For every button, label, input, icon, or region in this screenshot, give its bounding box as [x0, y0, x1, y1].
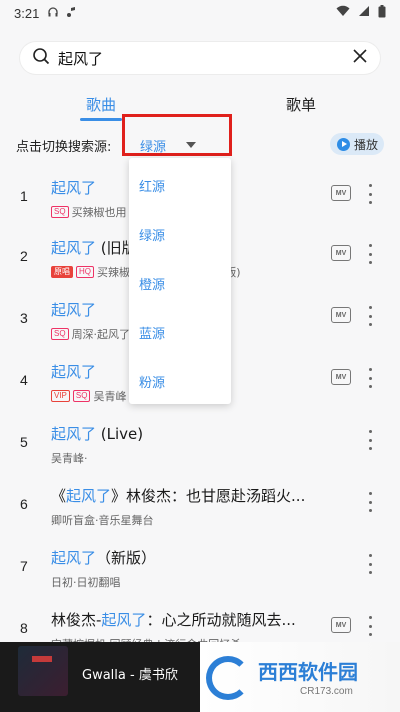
song-title: 《起风了》林俊杰：也甘愿赴汤蹈火...: [51, 485, 305, 506]
mini-player[interactable]: Gwalla - 虞书欣 西西软件园 CR173.com: [0, 642, 400, 712]
source-option-red[interactable]: 红源: [139, 176, 165, 195]
song-meta-text: 买辣椒也用: [71, 206, 127, 219]
song-meta-text: 周深·起风了: [71, 328, 131, 341]
song-number: 4: [20, 372, 28, 388]
song-title-highlight: 起风了: [66, 487, 112, 505]
song-title-highlight: 起风了: [51, 301, 97, 319]
song-meta-text: 卿听盲盒·音乐星舞台: [51, 514, 154, 527]
song-meta: 卿听盲盒·音乐星舞台: [51, 512, 154, 528]
song-number: 5: [20, 434, 28, 450]
source-label: 点击切换搜索源:: [16, 140, 112, 155]
source-option-green[interactable]: 绿源: [139, 225, 165, 244]
song-title: 林俊杰-起风了：心之所动就随风去...: [51, 609, 296, 630]
song-title-pre: 《: [51, 487, 67, 505]
music-note-icon: [65, 6, 77, 21]
more-options-icon[interactable]: [366, 430, 374, 450]
more-options-icon[interactable]: [366, 368, 374, 388]
song-meta-text: 日初·日初翻唱: [51, 576, 121, 589]
clear-search-icon[interactable]: [352, 48, 368, 68]
song-title-highlight: 起风了: [101, 611, 147, 629]
source-dropdown-menu: 红源 绿源 橙源 蓝源 粉源: [129, 158, 231, 404]
song-title: 起风了: [51, 361, 96, 382]
song-title-rest: 》林俊杰：也甘愿赴汤蹈火...: [111, 487, 306, 505]
more-options-icon[interactable]: [366, 616, 374, 636]
list-item[interactable]: 6 《起风了》林俊杰：也甘愿赴汤蹈火... 卿听盲盒·音乐星舞台: [0, 474, 400, 536]
quality-tag: HQ: [76, 266, 94, 278]
mv-icon[interactable]: MV: [331, 245, 351, 261]
more-options-icon[interactable]: [366, 554, 374, 574]
song-title-highlight: 起风了: [51, 363, 97, 381]
list-item[interactable]: 7 起风了（新版） 日初·日初翻唱: [0, 536, 400, 598]
battery-icon: [378, 4, 386, 22]
search-bar: 起风了: [20, 42, 380, 74]
status-time: 3:21: [14, 5, 40, 21]
signal-icon: [358, 5, 370, 21]
watermark-text: 西西软件园: [258, 660, 358, 684]
play-all-button[interactable]: 播放: [330, 133, 384, 155]
now-playing-track: Gwalla - 虞书欣: [82, 668, 178, 683]
song-number: 6: [20, 496, 28, 512]
tab-songs[interactable]: 歌曲: [86, 94, 116, 115]
song-title-rest: (Live): [96, 425, 144, 443]
song-title-rest: ：心之所动就随风去...: [146, 611, 296, 629]
quality-tag: SQ: [51, 328, 69, 340]
mv-icon[interactable]: MV: [331, 185, 351, 201]
watermark-logo-icon: [206, 656, 250, 700]
song-title-highlight: 起风了: [51, 179, 97, 197]
song-meta: 吴青峰·: [51, 450, 88, 466]
song-number: 2: [20, 248, 28, 264]
play-all-label: 播放: [354, 137, 379, 152]
song-title-highlight: 起风了: [51, 425, 97, 443]
song-title: 起风了: [51, 177, 96, 198]
mv-icon[interactable]: MV: [331, 369, 351, 385]
song-meta-text: 吴青峰·: [51, 452, 88, 465]
song-number: 7: [20, 558, 28, 574]
song-meta: SQ 周深·起风了: [51, 326, 130, 342]
source-option-blue[interactable]: 蓝源: [139, 323, 165, 342]
album-cover[interactable]: [18, 646, 68, 696]
tab-active-indicator: [80, 118, 122, 121]
song-title: 起风了（新版）: [51, 547, 156, 568]
source-option-orange[interactable]: 橙源: [139, 274, 165, 293]
quality-tag: SQ: [51, 206, 69, 218]
source-option-pink[interactable]: 粉源: [139, 372, 165, 391]
song-title-rest: （新版）: [96, 549, 157, 567]
more-options-icon[interactable]: [366, 492, 374, 512]
song-title-highlight: 起风了: [51, 549, 97, 567]
quality-tag: SQ: [72, 390, 91, 402]
more-options-icon[interactable]: [366, 306, 374, 326]
vip-tag: VIP: [51, 390, 70, 402]
list-item[interactable]: 5 起风了 (Live) 吴青峰·: [0, 412, 400, 474]
song-meta: 日初·日初翻唱: [51, 574, 121, 590]
search-input[interactable]: 起风了: [58, 48, 352, 69]
wifi-icon: [336, 5, 350, 21]
mv-icon[interactable]: MV: [331, 617, 351, 633]
watermark-subtext: CR173.com: [300, 686, 353, 697]
song-meta: SQ 买辣椒也用: [51, 204, 127, 220]
more-options-icon[interactable]: [366, 184, 374, 204]
search-icon: [32, 47, 50, 69]
more-options-icon[interactable]: [366, 244, 374, 264]
song-title-pre: 林俊杰-: [51, 611, 102, 629]
headphones-icon: [47, 6, 59, 21]
song-number: 8: [20, 620, 28, 636]
song-number: 3: [20, 310, 28, 326]
song-title-highlight: 起风了: [51, 239, 97, 257]
song-number: 1: [20, 188, 28, 204]
highlight-annotation-box: [122, 114, 232, 156]
song-title: 起风了 (Live): [51, 423, 143, 444]
tab-playlists[interactable]: 歌单: [286, 94, 316, 115]
song-title: 起风了: [51, 299, 96, 320]
status-bar: 3:21: [0, 0, 400, 26]
play-icon: [337, 137, 350, 151]
original-tag: 原唱: [51, 266, 73, 278]
mv-icon[interactable]: MV: [331, 307, 351, 323]
